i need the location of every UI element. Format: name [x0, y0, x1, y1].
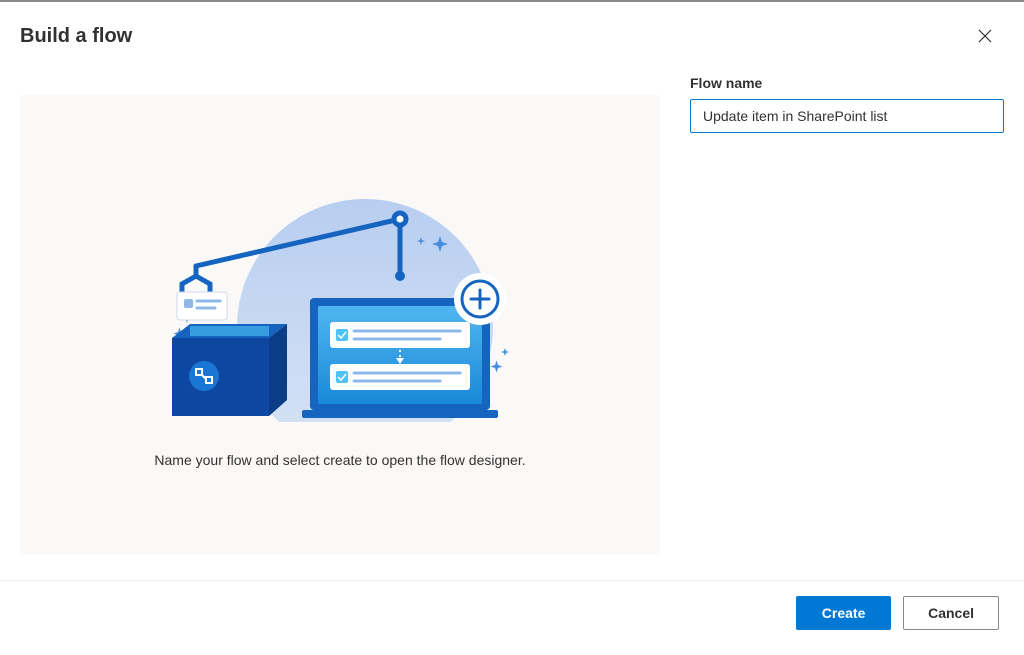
- flow-illustration: [160, 182, 520, 422]
- create-button[interactable]: Create: [796, 596, 891, 630]
- flow-name-input[interactable]: [690, 99, 1004, 133]
- dialog-body: Name your flow and select create to open…: [0, 65, 1024, 555]
- dialog-header: Build a flow: [0, 0, 1024, 65]
- dialog-footer: Create Cancel: [0, 580, 1024, 655]
- cancel-button[interactable]: Cancel: [903, 596, 999, 630]
- flow-name-label: Flow name: [690, 75, 1004, 91]
- dialog-title: Build a flow: [20, 25, 132, 48]
- close-icon: [977, 28, 993, 44]
- close-button[interactable]: [971, 22, 999, 50]
- illustration-panel: Name your flow and select create to open…: [20, 95, 660, 555]
- instruction-text: Name your flow and select create to open…: [154, 452, 525, 468]
- form-panel: Flow name: [690, 65, 1004, 555]
